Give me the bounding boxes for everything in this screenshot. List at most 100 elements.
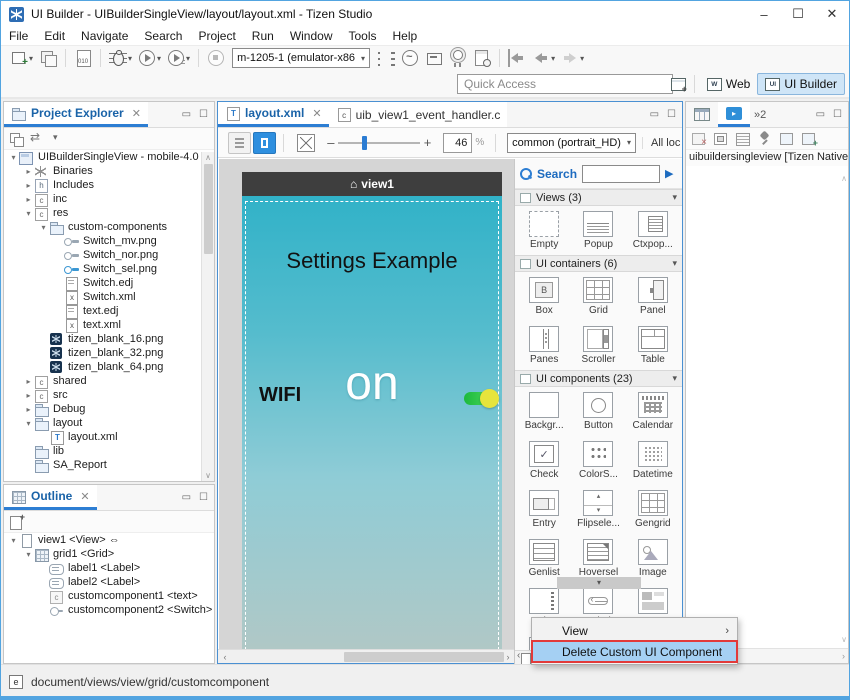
quick-access-input[interactable]: Quick Access bbox=[457, 74, 673, 94]
chevron-down-icon[interactable]: ▾ bbox=[157, 54, 161, 63]
save-all-button[interactable] bbox=[37, 48, 59, 68]
close-tab-icon[interactable]: ✕ bbox=[80, 490, 89, 503]
outline-tree-item[interactable]: ▾grid1 <Grid> bbox=[4, 547, 214, 561]
phone-mockup[interactable]: ⌂ view1 Settings Example WIFI on bbox=[242, 172, 502, 650]
menu-run[interactable]: Run bbox=[244, 29, 282, 43]
minimize-panel-icon[interactable]: ▭ bbox=[182, 109, 191, 120]
back-button[interactable]: ▾ bbox=[530, 48, 557, 68]
tab-console[interactable]: ▸ bbox=[718, 102, 750, 127]
palette-item-Hoversel[interactable]: Hoversel bbox=[571, 537, 625, 581]
palette-item-Scroller[interactable]: Scroller bbox=[571, 324, 625, 368]
editor-tab-layout.xml[interactable]: layout.xml✕ bbox=[218, 102, 329, 127]
outline-tree-item[interactable]: label1 <Label> bbox=[4, 561, 214, 575]
expand-arrow-icon[interactable]: ▸ bbox=[23, 377, 34, 386]
project-tree-item[interactable]: text.edj bbox=[4, 304, 214, 318]
project-tree-item[interactable]: tizen_blank_64.png bbox=[4, 360, 214, 374]
close-tab-icon[interactable]: ✕ bbox=[132, 107, 141, 120]
palette-item-Popup[interactable]: Popup bbox=[571, 209, 625, 253]
project-tree-item[interactable]: ▾custom-components bbox=[4, 220, 214, 234]
chevron-down-icon[interactable]: ▾ bbox=[580, 54, 584, 63]
new-project-wizard-button[interactable]: ▾ bbox=[8, 48, 35, 68]
palette-item-Genlist[interactable]: Genlist bbox=[517, 537, 571, 581]
project-tree-item[interactable]: lib bbox=[4, 444, 214, 458]
collapse-arrow-icon[interactable]: ▾ bbox=[23, 550, 34, 559]
palette-item-Check[interactable]: Check bbox=[517, 439, 571, 483]
more-tabs-label[interactable]: »2 bbox=[750, 109, 770, 121]
collapse-arrow-icon[interactable]: ▾ bbox=[8, 536, 19, 545]
project-tree-item[interactable]: ▸Debug bbox=[4, 402, 214, 416]
close-button[interactable]: ✕ bbox=[815, 1, 849, 27]
project-tree-item[interactable]: ▾layout bbox=[4, 416, 214, 430]
context-menu-item-delete-custom-ui-component[interactable]: Delete Custom UI Component bbox=[532, 641, 737, 662]
zoom-slider[interactable] bbox=[338, 142, 419, 144]
view-menu-button[interactable] bbox=[375, 48, 397, 68]
scroll-down-icon[interactable]: ∨ bbox=[841, 635, 847, 644]
package-manager-button[interactable] bbox=[423, 48, 445, 68]
expand-arrow-icon[interactable]: ▸ bbox=[23, 391, 34, 400]
expand-arrow-icon[interactable]: ▸ bbox=[23, 181, 34, 190]
project-tree-scrollbar[interactable]: ∧ ∨ bbox=[201, 152, 214, 481]
source-view-button[interactable] bbox=[228, 132, 251, 154]
outline-tree-item[interactable]: customcomponent1 <text> bbox=[4, 589, 214, 603]
dynamic-analyzer-button[interactable] bbox=[399, 48, 421, 68]
palette-item-Button[interactable]: Button bbox=[571, 390, 625, 434]
run-button[interactable]: ▾ bbox=[136, 48, 163, 68]
palette-item-ColorS...[interactable]: ColorS... bbox=[571, 439, 625, 483]
scroll-right-icon[interactable]: › bbox=[842, 651, 845, 661]
design-view-button[interactable] bbox=[253, 132, 276, 154]
toggle-knob[interactable] bbox=[480, 389, 499, 408]
chevron-down-icon[interactable]: ▾ bbox=[128, 54, 132, 63]
palette-item-Datetime[interactable]: Datetime bbox=[626, 439, 680, 483]
locale-combo[interactable]: All loc bbox=[642, 137, 682, 149]
expand-arrow-icon[interactable]: ▸ bbox=[23, 195, 34, 204]
menu-project[interactable]: Project bbox=[190, 29, 243, 43]
console-output[interactable]: ∧ ∨ bbox=[686, 170, 848, 648]
menu-file[interactable]: File bbox=[1, 29, 36, 43]
palette-item-Panel[interactable]: Panel bbox=[626, 275, 680, 319]
scroll-up-icon[interactable]: ∧ bbox=[202, 153, 214, 162]
project-tree-item[interactable]: ▸src bbox=[4, 388, 214, 402]
display-console-icon[interactable] bbox=[779, 131, 795, 146]
chevron-down-icon[interactable]: ▾ bbox=[672, 373, 677, 384]
new-view-icon[interactable] bbox=[9, 515, 24, 529]
palette-section-header[interactable]: Views (3)▾ bbox=[515, 189, 682, 206]
collapse-arrow-icon[interactable]: ▾ bbox=[38, 223, 49, 232]
maximize-panel-icon[interactable]: ☐ bbox=[199, 109, 208, 120]
zoom-slider-handle[interactable] bbox=[362, 136, 367, 150]
project-tree-item[interactable]: Switch_sel.png bbox=[4, 262, 214, 276]
maximize-panel-icon[interactable]: ☐ bbox=[199, 492, 208, 503]
open-console-icon[interactable] bbox=[801, 131, 817, 146]
search-go-icon[interactable]: ▶ bbox=[665, 167, 673, 180]
binary-file-button[interactable] bbox=[72, 48, 94, 68]
api-checker-button[interactable] bbox=[471, 48, 493, 68]
project-tree-item[interactable]: ▸Binaries bbox=[4, 164, 214, 178]
project-tree-item[interactable]: tizen_blank_16.png bbox=[4, 332, 214, 346]
word-wrap-icon[interactable] bbox=[735, 131, 751, 146]
zoom-value-input[interactable]: 46 bbox=[443, 133, 472, 153]
palette-search-input[interactable] bbox=[582, 165, 660, 183]
palette-item-Empty[interactable]: Empty bbox=[517, 209, 571, 253]
resolution-combo[interactable]: common (portrait_HD) ▾ bbox=[507, 133, 636, 153]
outline-tree-item[interactable]: customcomponent2 <Switch> bbox=[4, 603, 214, 617]
editor-tab-uib_view1_event_handler.c[interactable]: uib_view1_event_handler.c bbox=[329, 102, 508, 127]
project-tree-item[interactable]: Switch.edj bbox=[4, 276, 214, 290]
palette-item-Gengrid[interactable]: Gengrid bbox=[626, 488, 680, 532]
project-tree-item[interactable]: ▸inc bbox=[4, 192, 214, 206]
project-tree-item[interactable]: tizen_blank_32.png bbox=[4, 346, 214, 360]
minimize-panel-icon[interactable]: ▭ bbox=[816, 109, 825, 120]
tab-properties[interactable] bbox=[686, 102, 718, 127]
device-combo[interactable]: m-1205-1 (emulator-x86)▾ bbox=[232, 48, 370, 68]
menu-navigate[interactable]: Navigate bbox=[73, 29, 136, 43]
scroll-right-icon[interactable]: › bbox=[501, 652, 515, 662]
maximize-panel-icon[interactable]: ☐ bbox=[667, 109, 676, 120]
palette-item-Panes[interactable]: Panes bbox=[517, 324, 571, 368]
project-tree-item[interactable]: text.xml bbox=[4, 318, 214, 332]
zoom-out-icon[interactable]: – bbox=[327, 135, 334, 150]
scroll-down-icon[interactable]: ∨ bbox=[202, 471, 214, 480]
maximize-panel-icon[interactable]: ☐ bbox=[833, 109, 842, 120]
palette-item-Flipsele...[interactable]: Flipsele... bbox=[571, 488, 625, 532]
zoom-in-icon[interactable]: + bbox=[424, 135, 432, 150]
tab-project-explorer[interactable]: Project Explorer ✕ bbox=[4, 102, 148, 127]
view-menu-icon[interactable] bbox=[51, 132, 66, 146]
wifi-toggle-switch[interactable] bbox=[464, 392, 497, 405]
